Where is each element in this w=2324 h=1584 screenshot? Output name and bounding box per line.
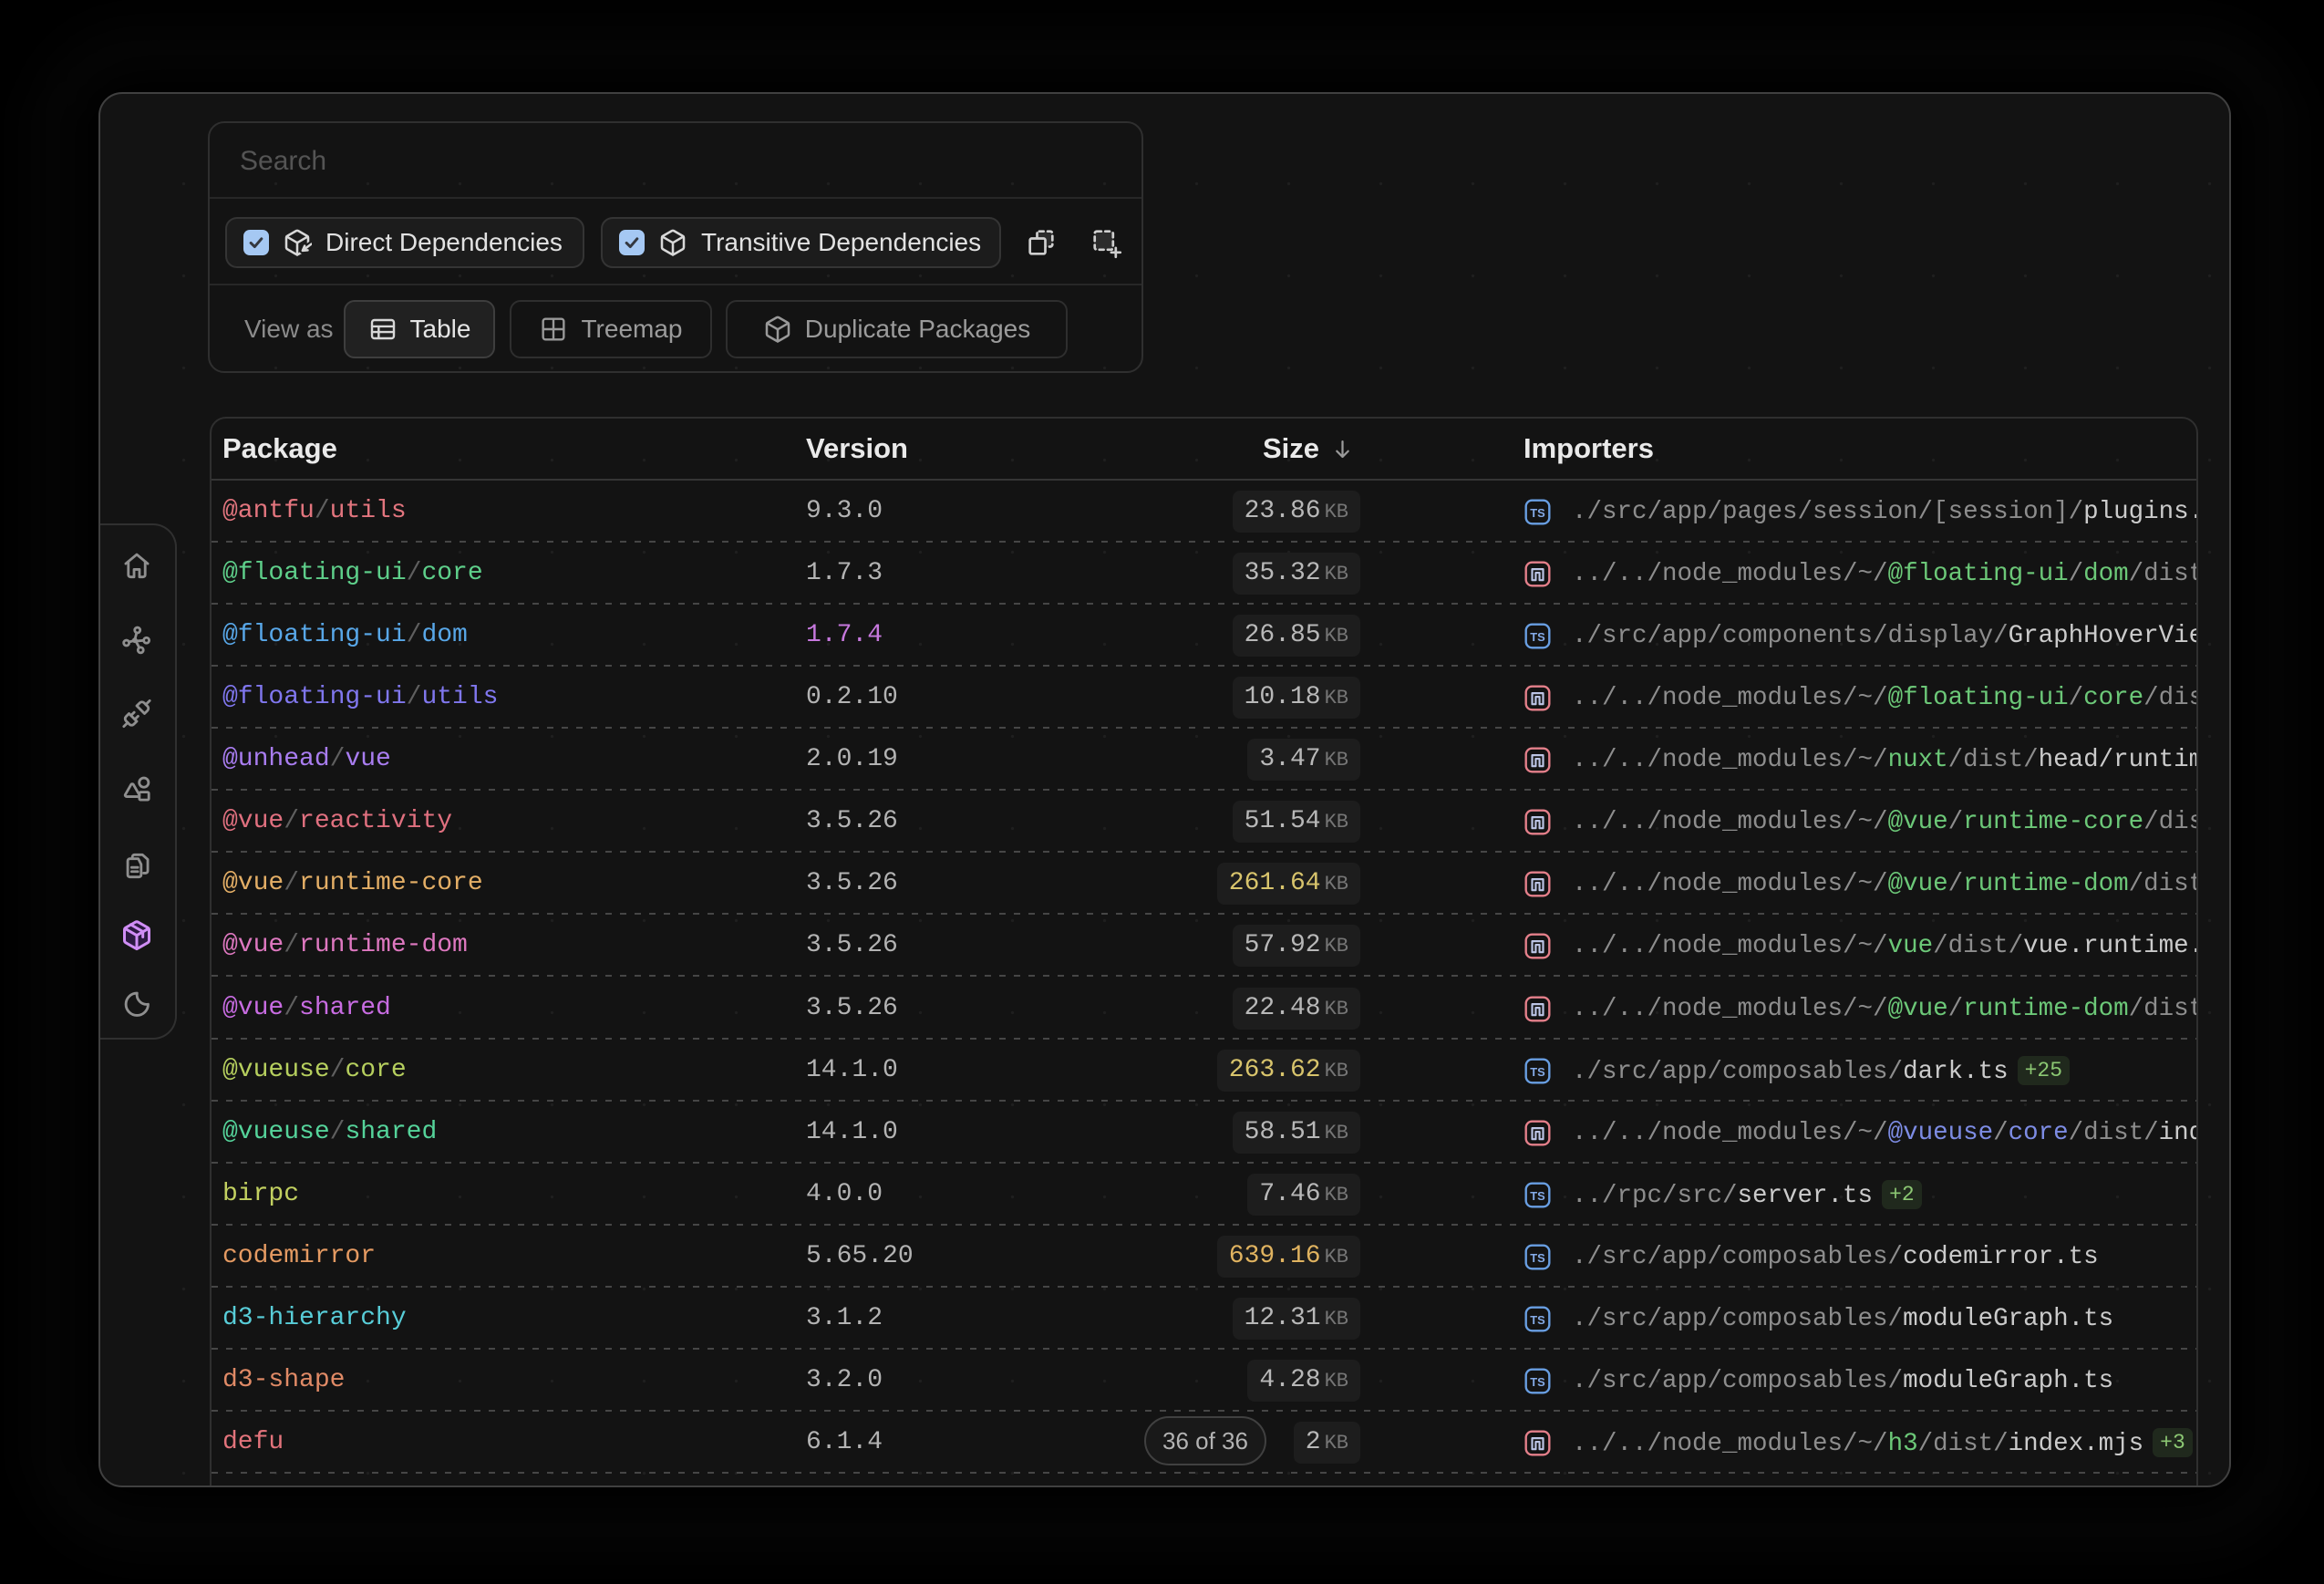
svg-text:TS: TS [1530,630,1545,644]
svg-text:TS: TS [1530,1189,1545,1203]
svg-text:TS: TS [1530,1313,1545,1327]
svg-text:TS: TS [1530,506,1545,520]
svg-text:TS: TS [1530,1375,1545,1389]
svg-text:TS: TS [1530,1251,1545,1265]
svg-text:TS: TS [1530,1065,1545,1079]
